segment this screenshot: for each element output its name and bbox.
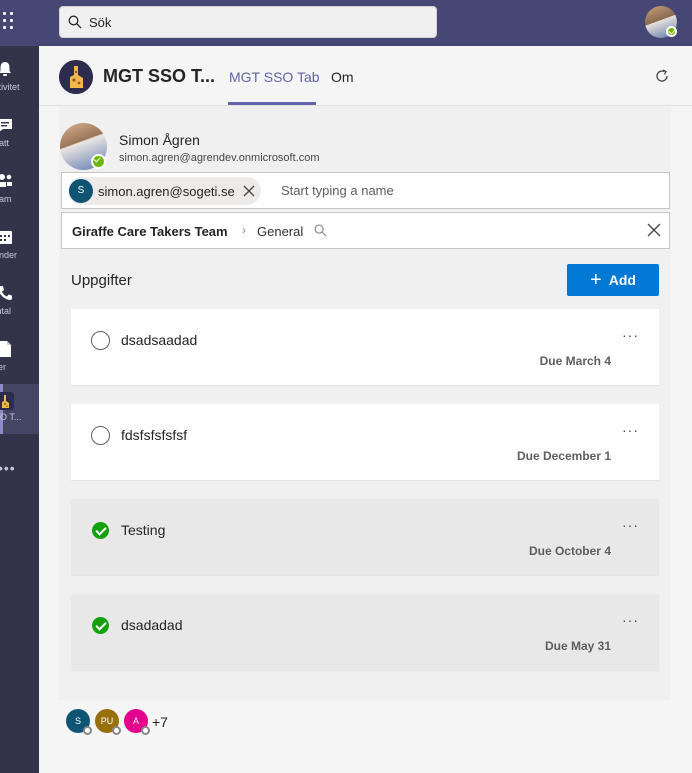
selected-person-chip[interactable]: S simon.agren@sogeti.se [68, 177, 261, 205]
calendar-icon [0, 231, 12, 244]
person-avatar[interactable] [60, 123, 107, 170]
more-options-icon[interactable]: ··· [622, 327, 639, 343]
chevron-right-icon: › [242, 223, 246, 237]
rail-item-calls[interactable]: mtal [0, 278, 39, 328]
task-due-date: Due December 1 [516, 449, 611, 463]
rail-label: mtal [0, 306, 12, 316]
more-options-icon[interactable]: ··· [622, 612, 639, 628]
rail-label: ktivitet [0, 82, 20, 92]
add-task-button[interactable]: + Add [567, 264, 659, 296]
task-complete-checkbox[interactable] [92, 522, 109, 539]
more-options-icon[interactable]: ··· [622, 517, 639, 533]
top-bar: Sök [0, 0, 692, 46]
rail-label: eam [0, 194, 12, 204]
rail-label: SO T... [0, 412, 22, 422]
presence-offline-icon [83, 726, 92, 735]
chip-avatar: S [69, 179, 93, 203]
tab-about[interactable]: Om [331, 69, 354, 85]
rail-item-files[interactable]: iler [0, 334, 39, 384]
app-rail: ktivitet hatt eam ender mtal iler SO T..… [0, 46, 39, 773]
person-name: Simon Ågren [119, 132, 200, 148]
chip-label: simon.agren@sogeti.se [98, 183, 235, 199]
chat-icon [0, 119, 12, 132]
phone-icon [0, 286, 12, 300]
teams-icon [0, 174, 12, 187]
task-item[interactable]: fdsfsfsfsfsf ··· Due December 1 [71, 404, 659, 480]
rail-label: ender [0, 250, 18, 260]
more-options-icon[interactable]: ··· [622, 422, 639, 438]
rail-item-sso-app[interactable]: SO T... [0, 384, 39, 434]
person-email: simon.agren@agrendev.onmicrosoft.com [119, 152, 320, 164]
task-due-date: Due May 31 [544, 639, 611, 653]
rail-item-chat[interactable]: hatt [0, 110, 39, 160]
task-title: dsadsaadad [121, 332, 198, 348]
tab-mgt-sso[interactable]: MGT SSO Tab [229, 69, 320, 85]
channel-header: MGT SSO T... MGT SSO Tab Om [39, 46, 692, 106]
people-picker-input[interactable]: Start typing a name [281, 183, 394, 198]
plus-icon: + [590, 269, 602, 291]
task-item[interactable]: dsadsaadad ··· Due March 4 [71, 309, 659, 385]
task-due-date: Due March 4 [539, 354, 611, 368]
remove-person-icon[interactable] [243, 185, 255, 197]
tasks-title: Uppgifter [71, 272, 132, 289]
giraffe-logo-icon [59, 60, 93, 94]
profile-avatar[interactable] [645, 6, 677, 38]
app-title: MGT SSO T... [103, 66, 216, 86]
search-icon [314, 224, 327, 237]
task-complete-checkbox[interactable] [92, 617, 109, 634]
search-icon [68, 15, 82, 29]
app-launcher-icon[interactable] [0, 12, 14, 30]
presence-offline-icon [141, 726, 150, 735]
task-incomplete-checkbox[interactable] [91, 426, 110, 445]
rail-item-calendar[interactable]: ender [0, 222, 39, 272]
task-incomplete-checkbox[interactable] [91, 331, 110, 350]
rail-label: iler [0, 362, 7, 372]
task-item[interactable]: dsadadad ··· Due May 31 [71, 594, 659, 670]
refresh-icon[interactable] [653, 67, 671, 85]
facepile-more-count[interactable]: +7 [152, 714, 168, 730]
more-apps-button[interactable]: ••• [0, 460, 16, 476]
search-input[interactable]: Sök [89, 15, 111, 30]
presence-available-icon [666, 26, 677, 37]
rail-label: hatt [0, 138, 10, 148]
channel-name: General [257, 224, 304, 239]
people-picker[interactable]: S simon.agren@sogeti.se Start typing a n… [61, 172, 670, 209]
file-icon [0, 341, 11, 357]
giraffe-app-icon [0, 392, 14, 410]
clear-channel-icon[interactable] [647, 223, 661, 237]
presence-available-icon [91, 154, 106, 169]
rail-item-activity[interactable]: ktivitet [0, 54, 39, 104]
rail-item-teams[interactable]: eam [0, 166, 39, 216]
task-due-date: Due October 4 [528, 544, 611, 558]
task-title: dsadadad [121, 617, 183, 633]
app-logo [59, 60, 93, 94]
presence-offline-icon [112, 726, 121, 735]
task-title: Testing [121, 522, 166, 538]
task-item[interactable]: Testing ··· Due October 4 [71, 499, 659, 575]
channel-picker[interactable]: Giraffe Care Takers Team › General [61, 212, 670, 249]
add-button-label: Add [608, 272, 636, 288]
channel-team-name: Giraffe Care Takers Team [72, 224, 228, 239]
bell-icon [0, 62, 11, 76]
search-box[interactable]: Sök [59, 6, 437, 38]
task-title: fdsfsfsfsfsf [121, 427, 188, 443]
active-tab-indicator [228, 102, 316, 105]
